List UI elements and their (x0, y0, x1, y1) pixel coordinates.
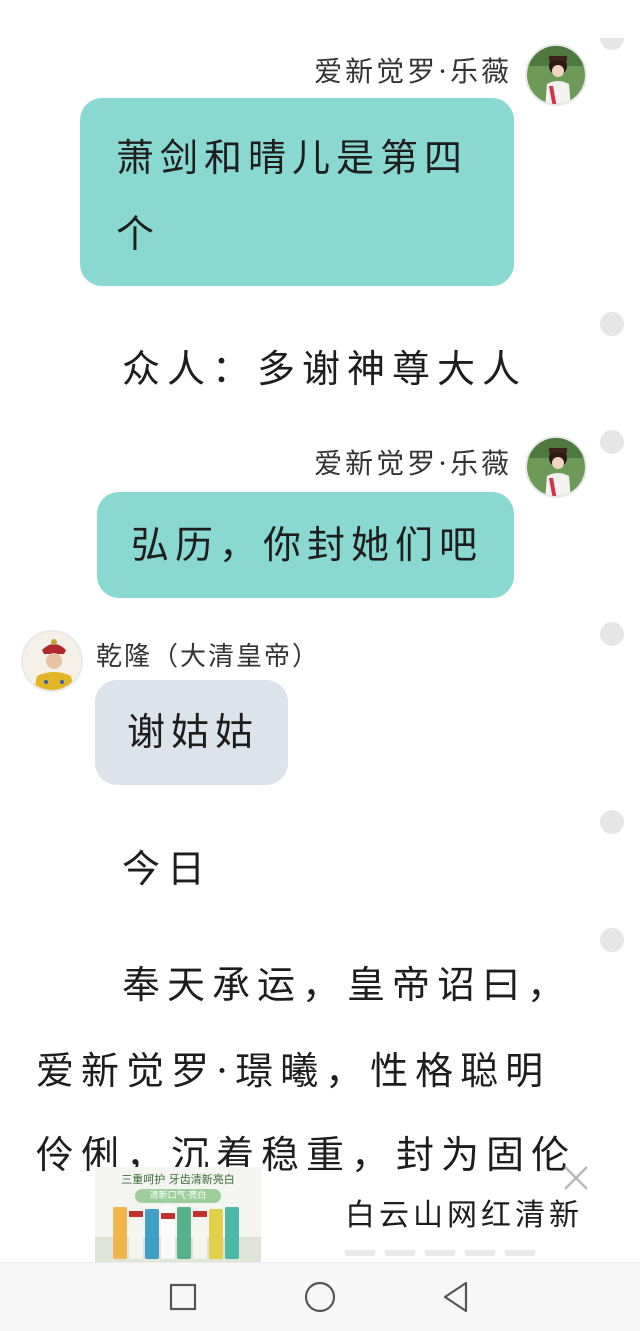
avatar-qianlong[interactable] (21, 630, 83, 692)
back-icon[interactable] (440, 1280, 472, 1314)
sender-name-lewei: 爱新觉罗·乐薇 (314, 55, 512, 88)
avatar-lewei[interactable] (525, 436, 587, 498)
status-dot (600, 312, 624, 336)
sender-name-qianlong: 乾隆（大清皇帝） (96, 642, 321, 672)
ad-title[interactable]: 白云山网红清新 (345, 1190, 615, 1234)
avatar-image (527, 438, 585, 496)
narration-text: 众人：多谢神尊大人 (122, 347, 528, 391)
status-dot (600, 622, 624, 646)
message-text-line: 个 (116, 212, 161, 256)
navigation-bar (0, 1262, 640, 1331)
ad-faded-text (345, 1244, 615, 1262)
status-dot (600, 430, 624, 454)
close-icon[interactable] (560, 1162, 592, 1194)
message-text: 谢姑姑 (127, 710, 260, 754)
avatar-image (23, 632, 81, 690)
message-text: 弘历，你封她们吧 (131, 523, 484, 567)
ad-image[interactable]: 三重呵护 牙齿清新亮白 清新口气·亮白 (95, 1167, 261, 1262)
edict-line: 爱新觉罗·璟曦，性格聪明 (36, 1049, 551, 1093)
avatar-lewei[interactable] (525, 44, 587, 106)
toothpaste-product-icon (95, 1203, 261, 1262)
sender-name-lewei: 爱新觉罗·乐薇 (314, 447, 512, 480)
message-bubble-2[interactable]: 弘历，你封她们吧 (97, 492, 514, 598)
edict-line: 奉天承运，皇帝诏曰， (122, 963, 573, 1007)
status-dot (600, 810, 624, 834)
recent-apps-icon[interactable] (168, 1282, 198, 1312)
message-text-line: 萧剑和晴儿是第四 (116, 136, 469, 180)
message-bubble-3[interactable]: 谢姑姑 (95, 680, 288, 785)
narration-text: 今日 (122, 847, 213, 891)
avatar-image (527, 46, 585, 104)
home-icon[interactable] (303, 1280, 337, 1314)
status-dot (600, 38, 624, 50)
message-bubble-1[interactable]: 萧剑和晴儿是第四 个 (80, 98, 514, 286)
status-dot (600, 928, 624, 952)
